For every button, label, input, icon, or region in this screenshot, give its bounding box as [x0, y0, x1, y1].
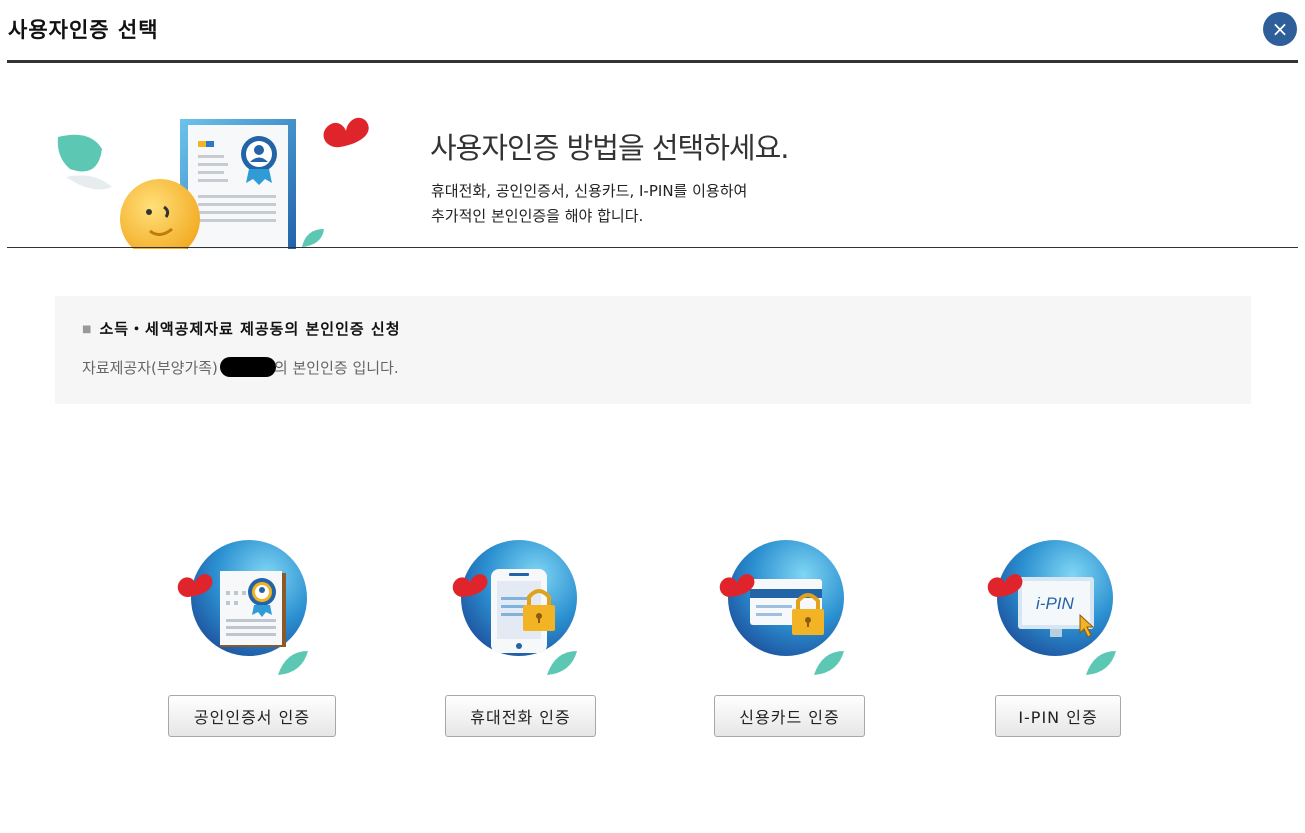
- ipin-monitor-icon: i-PIN: [987, 540, 1116, 675]
- redacted-name: [219, 357, 276, 377]
- notice-description-prefix: 자료제공자(부양가족): [82, 359, 218, 377]
- banner-heading: 사용자인증 방법을 선택하세요.: [430, 131, 789, 165]
- banner-divider: [7, 247, 1298, 248]
- banner-illustration: [57, 117, 369, 249]
- notice-description-suffix: 의 본인인증 입니다.: [273, 359, 399, 377]
- ipin-auth-button[interactable]: I-PIN 인증: [995, 695, 1121, 737]
- ipin-icon-text: i-PIN: [1036, 594, 1075, 613]
- dialog-header: 사용자인증 선택 ×: [0, 0, 1305, 63]
- phone-lock-icon: [452, 540, 577, 675]
- banner-description-line: 추가적인 본인인증을 해야 합니다.: [431, 207, 644, 225]
- close-button[interactable]: ×: [1263, 12, 1297, 46]
- certificate-icon: [177, 540, 308, 675]
- banner-description-line: 휴대전화, 공인인증서, 신용카드, I-PIN를 이용하여: [431, 182, 748, 200]
- certificate-auth-button[interactable]: 공인인증서 인증: [168, 695, 336, 737]
- close-icon: ×: [1271, 17, 1289, 41]
- dialog-title: 사용자인증 선택: [8, 18, 159, 42]
- notice-description: 자료제공자(부양가족) 의 본인인증 입니다.: [82, 357, 399, 378]
- notice-box: ■ 소득・세액공제자료 제공동의 본인인증 신청 자료제공자(부양가족) 의 본인인…: [55, 296, 1251, 404]
- notice-title: ■ 소득・세액공제자료 제공동의 본인인증 신청: [82, 318, 401, 339]
- phone-auth-button[interactable]: 휴대전화 인증: [445, 695, 596, 737]
- credit-card-lock-icon: [719, 540, 844, 675]
- notice-title-text: 소득・세액공제자료 제공동의 본인인증 신청: [99, 320, 401, 338]
- bullet-icon: ■: [82, 324, 93, 335]
- credit-card-auth-button[interactable]: 신용카드 인증: [714, 695, 865, 737]
- banner-description: 휴대전화, 공인인증서, 신용카드, I-PIN를 이용하여 추가적인 본인인증…: [431, 179, 747, 229]
- banner: 사용자인증 방법을 선택하세요. 휴대전화, 공인인증서, 신용카드, I-PI…: [0, 63, 1305, 249]
